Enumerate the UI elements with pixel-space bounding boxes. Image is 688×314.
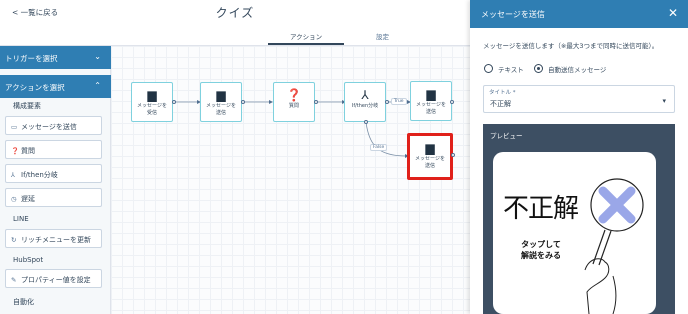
section-label-automation: 自動化 bbox=[13, 298, 34, 306]
edge-label-true: True bbox=[391, 98, 407, 105]
caret-down-icon: ▾ bbox=[662, 97, 666, 105]
node-label: If/then分岐 bbox=[351, 103, 379, 109]
sidebar-item-label: 遅延 bbox=[21, 195, 35, 203]
question-icon: ❓ bbox=[11, 147, 20, 155]
radio-text[interactable] bbox=[484, 64, 493, 73]
tab-settings[interactable]: 設定 bbox=[376, 31, 389, 41]
send-message-panel: メッセージを送信 ✕ メッセージを送信します（※最大3つまで同時に送信可能）。 … bbox=[470, 0, 688, 314]
chevron-down-icon: ⌄ bbox=[94, 52, 101, 61]
chevron-up-icon: ⌃ bbox=[94, 81, 101, 90]
title-select-value: 不正解 bbox=[490, 100, 511, 108]
trigger-select-label: トリガーを選択 bbox=[5, 54, 58, 63]
sidebar-item-question[interactable]: ❓ 質問 bbox=[5, 140, 102, 159]
workflow-node-send-message[interactable]: ▆ メッセージを 送信 bbox=[200, 82, 242, 122]
connector-dot[interactable] bbox=[364, 120, 368, 124]
sidebar-item-label: メッセージを送信 bbox=[21, 123, 77, 131]
connector-dot[interactable] bbox=[451, 153, 455, 157]
refresh-icon: ↻ bbox=[11, 236, 17, 244]
sidebar-item-set-property-value[interactable]: ✎ プロパティー値を設定 bbox=[5, 269, 102, 288]
workflow-node-send-message-false-selected[interactable]: ▆ メッセージを 送信 bbox=[407, 133, 453, 180]
sidebar-item-label: If/then分岐 bbox=[21, 171, 58, 179]
branch-icon: ⅄ bbox=[361, 88, 369, 102]
preview-label: プレビュー bbox=[490, 132, 523, 140]
section-label-line: LINE bbox=[13, 215, 29, 223]
question-icon: ❓ bbox=[286, 88, 302, 102]
sidebar-item-label: リッチメニューを更新 bbox=[21, 236, 91, 244]
radio-auto-message[interactable] bbox=[534, 64, 543, 73]
section-label-hubspot: HubSpot bbox=[13, 256, 44, 264]
sidebar-item-label: プロパティー値を設定 bbox=[21, 276, 91, 284]
sidebar-item-delay[interactable]: ◷ 遅延 bbox=[5, 188, 102, 207]
clock-icon: ◷ bbox=[11, 195, 17, 203]
preview-illustration bbox=[584, 178, 644, 314]
panel-title: メッセージを送信 bbox=[481, 10, 545, 19]
workflow-node-send-message-true[interactable]: ▆ メッセージを 送信 bbox=[410, 81, 452, 121]
message-icon: ▆ bbox=[147, 88, 157, 102]
workflow-node-question[interactable]: ❓ 質問 bbox=[273, 82, 315, 122]
connector-dot[interactable] bbox=[314, 100, 318, 104]
message-icon: ▆ bbox=[426, 87, 436, 101]
connector-dot[interactable] bbox=[450, 100, 454, 104]
message-icon: ▭ bbox=[11, 123, 18, 131]
preview-image-card: 不正解 タップして 解説をみる bbox=[493, 152, 656, 314]
tab-actions[interactable]: アクション bbox=[290, 31, 322, 41]
title-select[interactable]: タイトル * 不正解 ▾ bbox=[483, 85, 675, 113]
message-icon: ▆ bbox=[216, 88, 226, 102]
edge-label-false: False bbox=[370, 144, 388, 151]
node-label: 質問 bbox=[288, 103, 299, 109]
sidebar-item-if-then-branch[interactable]: ⅄ If/then分岐 bbox=[5, 164, 102, 183]
panel-description: メッセージを送信します（※最大3つまで同時に送信可能）。 bbox=[483, 42, 659, 50]
sidebar-item-update-rich-menu[interactable]: ↻ リッチメニューを更新 bbox=[5, 229, 102, 248]
preview-caption-line2: 解説をみる bbox=[521, 251, 561, 260]
workflow-node-receive-message[interactable]: ▆ メッセージを 受信 bbox=[131, 82, 173, 122]
sidebar-item-label: 質問 bbox=[21, 147, 35, 155]
branch-icon: ⅄ bbox=[11, 171, 15, 179]
section-label-components: 構成要素 bbox=[13, 102, 41, 110]
workflow-canvas[interactable]: ▆ メッセージを 受信 ▆ メッセージを 送信 ❓ 質問 ⅄ If/then分岐… bbox=[111, 46, 470, 314]
connector-dot[interactable] bbox=[172, 100, 176, 104]
preview-caption-line1: タップして bbox=[521, 240, 561, 249]
title-select-label: タイトル * bbox=[489, 90, 516, 96]
connector-dot[interactable] bbox=[385, 100, 389, 104]
radio-text-label: テキスト bbox=[498, 66, 524, 74]
close-icon[interactable]: ✕ bbox=[668, 6, 678, 20]
sidebar-item-send-message[interactable]: ▭ メッセージを送信 bbox=[5, 116, 102, 135]
workflow-node-if-then-branch[interactable]: ⅄ If/then分岐 bbox=[344, 82, 386, 122]
preview-image-caption: タップして 解説をみる bbox=[521, 239, 561, 261]
action-select-label: アクションを選択 bbox=[5, 83, 65, 92]
preview-box: プレビュー 不正解 タップして 解説をみる bbox=[483, 124, 675, 314]
action-select-header[interactable]: アクションを選択 ⌃ bbox=[0, 75, 111, 98]
page-title: クイズ bbox=[215, 6, 255, 20]
node-label: メッセージを 送信 bbox=[415, 156, 445, 169]
radio-auto-message-label: 自動送信メッセージ bbox=[548, 66, 607, 74]
connector-dot[interactable] bbox=[241, 100, 245, 104]
node-label: メッセージを 送信 bbox=[206, 103, 236, 116]
node-label: メッセージを 受信 bbox=[137, 103, 167, 116]
tab-bar: アクション 設定 bbox=[0, 24, 470, 46]
active-tab-indicator bbox=[268, 43, 344, 45]
node-label: メッセージを 送信 bbox=[416, 102, 446, 115]
panel-header: メッセージを送信 ✕ bbox=[470, 0, 688, 28]
top-bar: < 一覧に戻る クイズ bbox=[0, 0, 470, 24]
message-icon: ▆ bbox=[425, 141, 435, 155]
trigger-select-header[interactable]: トリガーを選択 ⌄ bbox=[0, 46, 111, 69]
sidebar: トリガーを選択 ⌄ アクションを選択 ⌃ 構成要素 ▭ メッセージを送信 ❓ 質問 … bbox=[0, 46, 111, 314]
pencil-icon: ✎ bbox=[11, 276, 17, 284]
